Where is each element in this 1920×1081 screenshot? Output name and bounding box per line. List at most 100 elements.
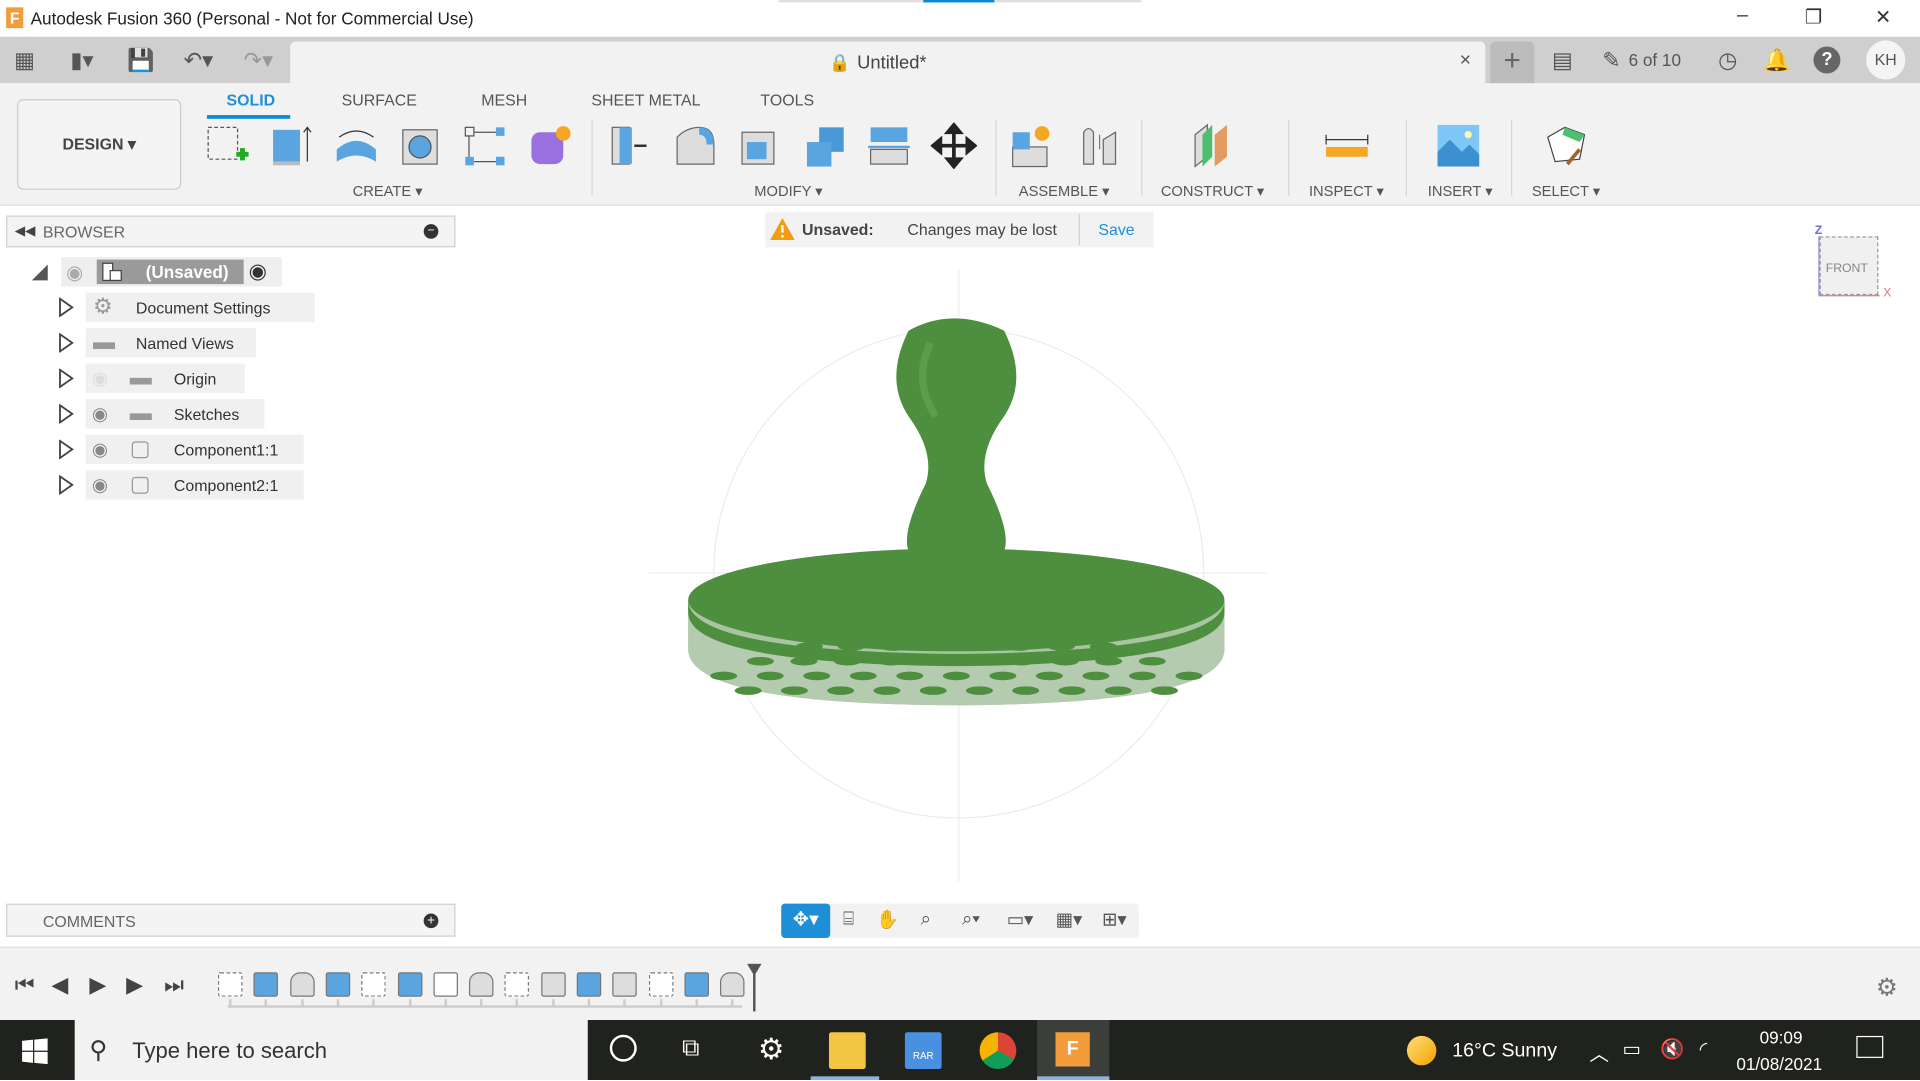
joint-icon[interactable]: [1076, 122, 1123, 169]
document-tab[interactable]: 🔒 Untitled* ×: [290, 41, 1486, 84]
timeline-feature-extrude-icon[interactable]: [253, 972, 279, 997]
user-avatar[interactable]: KH: [1866, 40, 1906, 80]
clock-icon[interactable]: ◷: [1714, 47, 1741, 74]
tab-mesh[interactable]: MESH: [481, 91, 527, 109]
inspect-menu[interactable]: INSPECT ▾: [1309, 182, 1384, 199]
file-icon[interactable]: ▮▾: [61, 47, 103, 74]
wifi-icon[interactable]: ◜: [1700, 1037, 1708, 1061]
tab-surface[interactable]: SURFACE: [342, 91, 417, 109]
clock-date[interactable]: 01/08/2021: [1736, 1054, 1822, 1074]
eye-hidden-icon[interactable]: ◉: [92, 367, 108, 390]
redo-icon[interactable]: ↷▾: [236, 47, 280, 74]
timeline-feature-sketch-icon[interactable]: [648, 972, 673, 997]
grid-settings-icon[interactable]: ▦▾: [1048, 909, 1090, 933]
expand-triangle-icon[interactable]: [58, 333, 75, 353]
chrome-icon[interactable]: [979, 1032, 1017, 1069]
revolve-icon[interactable]: [333, 122, 380, 169]
battery-icon[interactable]: ▭: [1622, 1037, 1641, 1061]
save-icon[interactable]: 💾: [127, 47, 154, 74]
task-view-icon[interactable]: ⧉: [682, 1035, 699, 1063]
create-menu[interactable]: CREATE ▾: [353, 182, 423, 199]
timeline-feature-sketch-icon[interactable]: [504, 972, 530, 997]
offset-face-icon[interactable]: [866, 122, 913, 169]
cortana-icon[interactable]: [609, 1034, 637, 1062]
insert-menu[interactable]: INSERT ▾: [1428, 182, 1493, 199]
grid-apps-icon[interactable]: ▦: [11, 47, 38, 74]
create-sketch-icon[interactable]: [204, 122, 251, 169]
fit-zoom-icon[interactable]: ⌕▾: [950, 909, 992, 933]
comments-icon[interactable]: ▤: [1549, 47, 1576, 74]
orbit-icon[interactable]: ✥▾: [781, 903, 831, 938]
help-icon[interactable]: ?: [1813, 46, 1841, 74]
timeline-feature-extrude-icon[interactable]: [325, 972, 351, 997]
fusion-taskbar-button[interactable]: F: [1037, 1020, 1110, 1081]
minimize-panel-icon[interactable]: −: [423, 224, 439, 239]
combine-icon[interactable]: [802, 122, 849, 169]
viewports-icon[interactable]: ⊞▾: [1093, 909, 1135, 933]
close-window-button[interactable]: ✕: [1865, 5, 1902, 32]
tree-item[interactable]: ◉ ▬ Origin: [0, 363, 367, 394]
select-menu[interactable]: SELECT ▾: [1532, 182, 1600, 199]
collapse-panel-icon[interactable]: ◀◀: [15, 223, 36, 239]
zoom-icon[interactable]: ⌕: [912, 909, 939, 933]
tree-item[interactable]: ⚙ Document Settings: [0, 292, 367, 323]
timeline-feature-revolve-icon[interactable]: [684, 972, 709, 997]
file-explorer-icon[interactable]: [828, 1032, 866, 1069]
insert-canvas-icon[interactable]: [1435, 122, 1482, 169]
new-tab-button[interactable]: +: [1490, 41, 1535, 84]
timeline-feature-move-icon[interactable]: [612, 972, 638, 997]
step-back-button[interactable]: ◀: [51, 972, 68, 998]
select-icon[interactable]: [1543, 122, 1590, 169]
look-at-icon[interactable]: ⌸: [835, 909, 862, 933]
tab-sheet-metal[interactable]: SHEET METAL: [591, 91, 700, 109]
timeline-feature-pattern-icon[interactable]: [433, 972, 458, 997]
tree-item[interactable]: ▬ Named Views: [0, 328, 367, 358]
assemble-menu[interactable]: ASSEMBLE ▾: [1019, 182, 1110, 199]
weather-sun-icon[interactable]: [1406, 1035, 1437, 1066]
tree-item[interactable]: ◉ ▢ Component1:1: [0, 434, 367, 465]
extrude-icon[interactable]: [268, 122, 315, 169]
tree-item[interactable]: ◉ ▬ Sketches: [0, 399, 367, 429]
timeline-feature-fillet-icon[interactable]: [720, 972, 745, 997]
volume-muted-icon[interactable]: 🔇: [1660, 1037, 1684, 1061]
pan-hand-icon[interactable]: ✋: [874, 909, 901, 933]
undo-icon[interactable]: ↶▾: [176, 47, 220, 74]
job-status-icon[interactable]: ✎: [1598, 47, 1625, 74]
tree-item[interactable]: ◉ ▢ Component2:1: [0, 470, 367, 500]
timeline-feature-sketch-icon[interactable]: [217, 972, 243, 997]
tab-solid[interactable]: SOLID: [227, 91, 276, 109]
tab-tools[interactable]: TOOLS: [760, 91, 814, 109]
expand-triangle-icon[interactable]: [58, 368, 75, 389]
timeline-feature-fillet-icon[interactable]: [289, 972, 315, 997]
timeline-feature-box-icon[interactable]: [540, 972, 566, 997]
eye-icon[interactable]: ◉: [92, 438, 108, 461]
notification-bell-icon[interactable]: 🔔: [1763, 47, 1790, 74]
winrar-icon[interactable]: RAR: [904, 1032, 942, 1069]
save-link[interactable]: Save: [1098, 220, 1134, 238]
timeline-feature-sketch-icon[interactable]: [361, 972, 386, 997]
expanded-triangle-icon[interactable]: [29, 262, 49, 282]
expand-triangle-icon[interactable]: [58, 404, 75, 424]
restore-button[interactable]: ❐: [1795, 5, 1832, 32]
tree-root[interactable]: ◉ (Unsaved) ◉: [0, 257, 294, 287]
3d-model[interactable]: [688, 318, 1225, 706]
new-component-icon[interactable]: [1010, 122, 1057, 169]
close-tab-button[interactable]: ×: [1460, 50, 1471, 72]
viewcube[interactable]: Z FRONT X: [1815, 224, 1896, 305]
workspace-switcher[interactable]: DESIGN ▾: [17, 99, 182, 190]
go-to-start-button[interactable]: ⏮: [15, 972, 35, 998]
settings-gear-icon[interactable]: ⚙: [758, 1032, 784, 1068]
job-status-count[interactable]: 6 of 10: [1629, 50, 1681, 70]
eye-icon[interactable]: ◉: [92, 403, 108, 425]
press-pull-icon[interactable]: [607, 122, 654, 169]
expand-triangle-icon[interactable]: [58, 475, 75, 495]
timeline-feature-extrude-icon[interactable]: [576, 972, 602, 997]
windows-start-icon[interactable]: [22, 1038, 48, 1065]
go-to-end-button[interactable]: ⏭: [164, 972, 184, 998]
rectangular-pattern-icon[interactable]: [462, 122, 509, 169]
timeline-settings-gear-icon[interactable]: ⚙: [1876, 972, 1898, 1003]
hole-icon[interactable]: [398, 122, 445, 169]
activate-radio-icon[interactable]: ◉: [249, 260, 267, 284]
expand-triangle-icon[interactable]: [58, 439, 75, 460]
fillet-icon[interactable]: [672, 122, 719, 169]
